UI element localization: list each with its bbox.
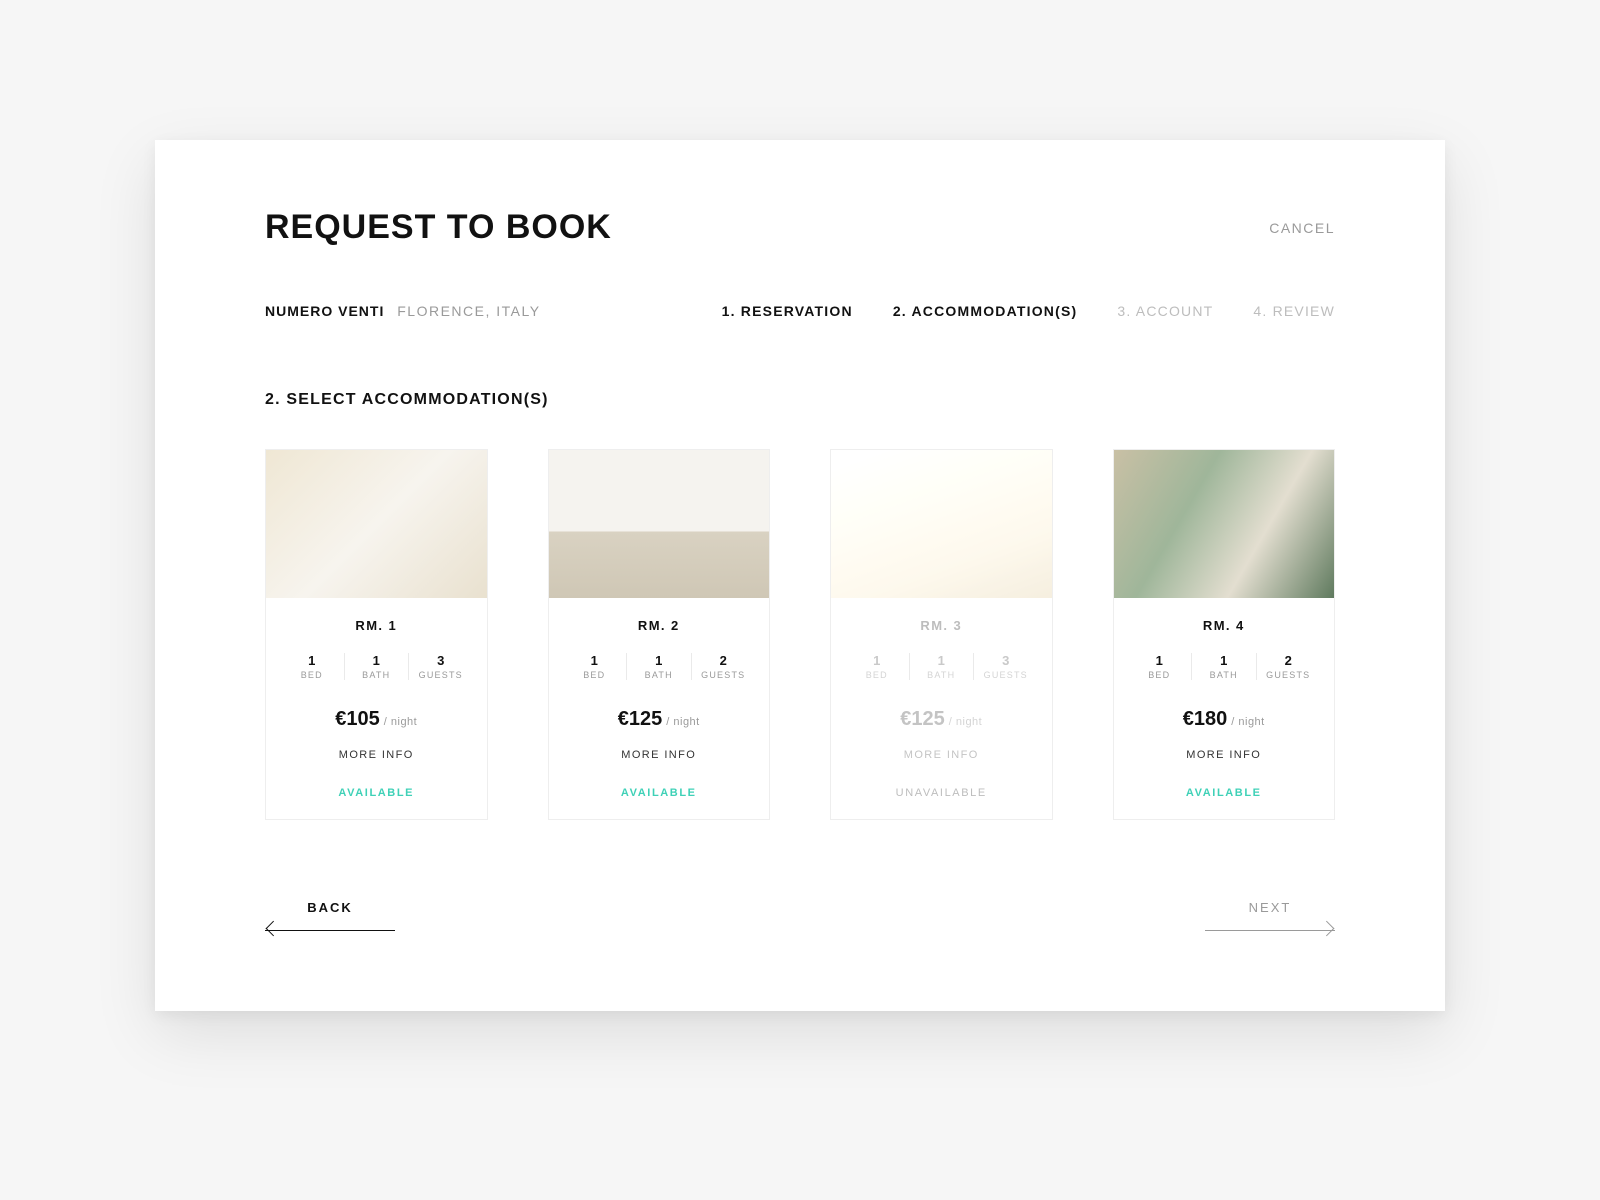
- room-price: €125/ night: [563, 708, 756, 731]
- step-indicator: 1. RESERVATION 2. ACCOMMODATION(S) 3. AC…: [722, 303, 1335, 319]
- stat-bed: 1 BED: [1128, 653, 1192, 680]
- room-card[interactable]: RM. 1 1 BED 1 BATH 3 GUESTS: [265, 449, 488, 820]
- page-title: REQUEST TO BOOK: [265, 208, 612, 247]
- step-accommodations[interactable]: 2. ACCOMMODATION(S): [893, 303, 1078, 319]
- room-image: [549, 450, 770, 598]
- room-price: €105/ night: [280, 708, 473, 731]
- section-title: 2. SELECT ACCOMMODATION(S): [265, 391, 1335, 409]
- arrow-right-icon: [1205, 923, 1335, 937]
- status-badge: AVAILABLE: [280, 787, 473, 799]
- stat-bath: 1 BATH: [626, 653, 691, 680]
- step-review[interactable]: 4. REVIEW: [1253, 303, 1335, 319]
- room-image: [266, 450, 487, 598]
- stat-guests: 2 GUESTS: [691, 653, 756, 680]
- room-name: RM. 3: [845, 618, 1038, 633]
- status-badge: AVAILABLE: [1128, 787, 1321, 799]
- status-badge: UNAVAILABLE: [845, 787, 1038, 799]
- stat-guests: 3 GUESTS: [973, 653, 1038, 680]
- property-name: NUMERO VENTI: [265, 303, 384, 319]
- booking-window: REQUEST TO BOOK CANCEL NUMERO VENTI FLOR…: [155, 140, 1445, 1011]
- room-image: [831, 450, 1052, 598]
- room-name: RM. 1: [280, 618, 473, 633]
- room-name: RM. 4: [1128, 618, 1321, 633]
- back-button[interactable]: BACK: [265, 900, 395, 937]
- room-list: RM. 1 1 BED 1 BATH 3 GUESTS: [265, 449, 1335, 820]
- stat-bed: 1 BED: [845, 653, 909, 680]
- next-button[interactable]: NEXT: [1205, 900, 1335, 937]
- next-label: NEXT: [1249, 900, 1292, 915]
- room-price: €125/ night: [845, 708, 1038, 731]
- more-info-link: MORE INFO: [845, 749, 1038, 761]
- property-location: FLORENCE, ITALY: [397, 303, 540, 319]
- room-card[interactable]: RM. 4 1 BED 1 BATH 2 GUESTS: [1113, 449, 1336, 820]
- status-badge: AVAILABLE: [563, 787, 756, 799]
- stat-bath: 1 BATH: [909, 653, 974, 680]
- step-account[interactable]: 3. ACCOUNT: [1117, 303, 1213, 319]
- property-info: NUMERO VENTI FLORENCE, ITALY: [265, 303, 541, 319]
- stat-bath: 1 BATH: [1191, 653, 1256, 680]
- room-card[interactable]: RM. 2 1 BED 1 BATH 2 GUESTS: [548, 449, 771, 820]
- stat-bed: 1 BED: [563, 653, 627, 680]
- step-reservation[interactable]: 1. RESERVATION: [722, 303, 853, 319]
- room-image: [1114, 450, 1335, 598]
- room-card: RM. 3 1 BED 1 BATH 3 GUESTS: [830, 449, 1053, 820]
- stat-bed: 1 BED: [280, 653, 344, 680]
- more-info-link[interactable]: MORE INFO: [280, 749, 473, 761]
- more-info-link[interactable]: MORE INFO: [563, 749, 756, 761]
- stat-guests: 3 GUESTS: [408, 653, 473, 680]
- cancel-button[interactable]: CANCEL: [1269, 220, 1335, 236]
- arrow-left-icon: [265, 923, 395, 937]
- more-info-link[interactable]: MORE INFO: [1128, 749, 1321, 761]
- room-name: RM. 2: [563, 618, 756, 633]
- back-label: BACK: [307, 900, 353, 915]
- room-price: €180/ night: [1128, 708, 1321, 731]
- stat-guests: 2 GUESTS: [1256, 653, 1321, 680]
- stat-bath: 1 BATH: [344, 653, 409, 680]
